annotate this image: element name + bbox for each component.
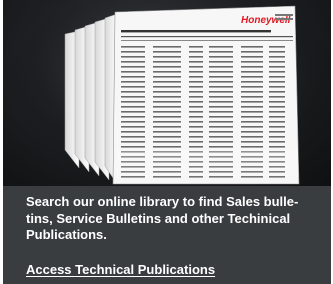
document-stack-illustration: Honeywell <box>3 0 331 185</box>
publications-hero-image: Honeywell <box>3 0 331 186</box>
library-description: Search our online library to find Sales … <box>26 194 299 242</box>
front-document: Honeywell <box>112 5 300 185</box>
technical-publications-card: Honeywell Search our online library to f… <box>0 0 333 284</box>
honeywell-logo: Honeywell <box>241 15 291 26</box>
access-technical-publications-link[interactable]: Access Technical Publications <box>26 262 215 277</box>
back-pages <box>64 13 118 185</box>
